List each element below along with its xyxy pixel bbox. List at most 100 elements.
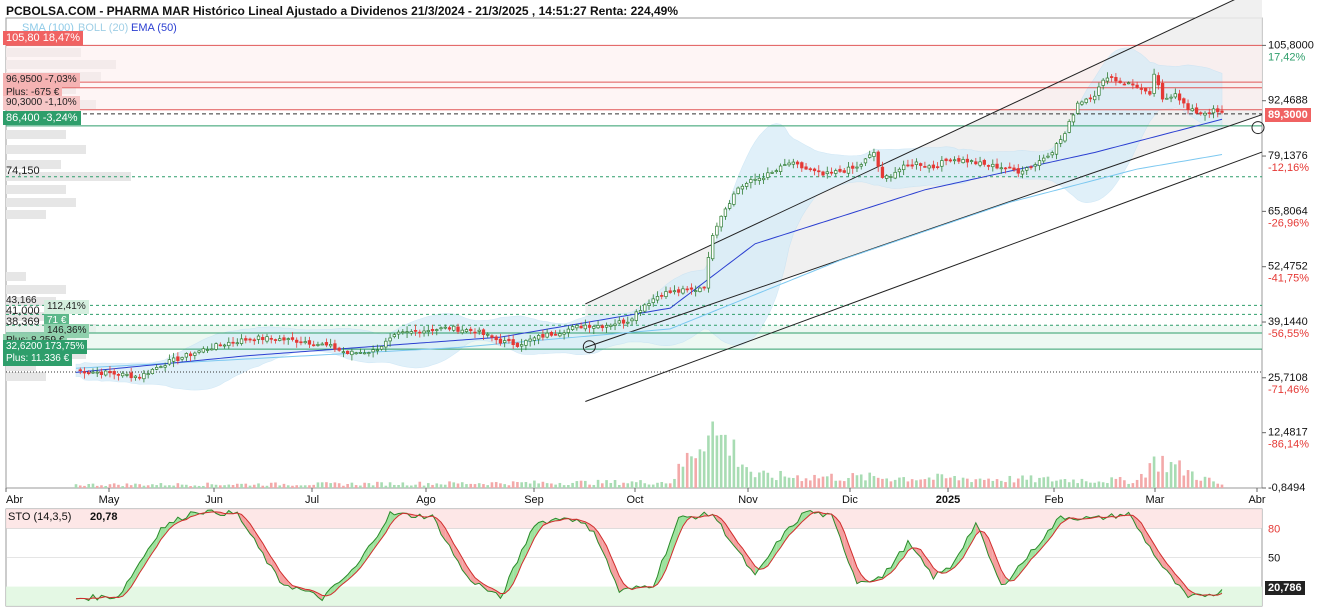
candle-body xyxy=(375,349,380,352)
volume-bar xyxy=(269,482,273,488)
candle-body xyxy=(82,371,87,374)
volume-bar xyxy=(647,484,651,488)
x-tick-label-6: Oct xyxy=(626,494,643,506)
candle-body xyxy=(477,329,481,332)
volume-bar xyxy=(1067,482,1071,488)
candle-body xyxy=(1016,168,1020,174)
volume-bar xyxy=(974,479,978,488)
volume-bar xyxy=(371,485,375,488)
volume-bar xyxy=(329,483,332,488)
volume-bar xyxy=(342,485,345,488)
volume-bar xyxy=(991,480,995,488)
candle-body xyxy=(961,159,965,164)
candle-body xyxy=(838,168,842,172)
volume-bar xyxy=(185,484,188,488)
volume-bar xyxy=(541,481,545,488)
volume-bar xyxy=(770,477,774,488)
volume-bar xyxy=(1021,475,1024,488)
volume-bar xyxy=(295,485,299,488)
candle-body xyxy=(575,325,579,329)
candle-body xyxy=(1097,86,1101,96)
volume-bar xyxy=(129,485,133,488)
y-pct-label-7: -86,14% xyxy=(1268,439,1309,451)
candle-body xyxy=(770,172,774,174)
candle-body xyxy=(711,235,715,260)
candle-body xyxy=(795,161,800,165)
candle-body xyxy=(244,338,248,341)
volume-bar xyxy=(906,481,910,488)
y-pct-label-0: 17,42% xyxy=(1268,51,1306,63)
candle-body xyxy=(621,319,626,324)
candle-body xyxy=(778,165,783,172)
volume-bar xyxy=(1220,484,1224,488)
volume-bar xyxy=(1182,475,1186,488)
volume-profile-bar-22 xyxy=(6,372,46,381)
y-pct-label-5: -56,55% xyxy=(1268,328,1309,340)
candle-body xyxy=(184,353,189,358)
volume-bar xyxy=(1042,477,1046,488)
candle-body xyxy=(405,331,409,333)
volume-bar xyxy=(1207,477,1211,488)
candle-body xyxy=(324,342,329,346)
volume-bar xyxy=(78,485,82,488)
volume-bar xyxy=(87,484,91,488)
candle-body xyxy=(362,352,367,355)
ema-legend: EMA (50) xyxy=(131,22,177,34)
volume-bar xyxy=(957,480,961,488)
volume-bar xyxy=(910,479,914,488)
volume-bar xyxy=(248,485,252,488)
volume-bar xyxy=(520,482,523,488)
volume-bar xyxy=(397,484,400,488)
volume-bar xyxy=(316,482,320,488)
volume-bar xyxy=(800,481,804,488)
volume-profile-bar-14 xyxy=(6,272,26,281)
volume-bar xyxy=(923,479,927,488)
volume-bar xyxy=(660,482,664,488)
candle-body xyxy=(736,187,740,194)
volume-bar xyxy=(677,463,681,488)
volume-bar xyxy=(643,483,647,488)
volume-bar xyxy=(490,482,494,488)
x-tick-label-10: Feb xyxy=(1045,494,1064,506)
candle-body xyxy=(957,158,961,162)
volume-bar xyxy=(320,482,324,488)
candle-body xyxy=(515,342,520,347)
volume-bar xyxy=(1190,471,1194,488)
volume-bar xyxy=(456,483,460,488)
volume-bar xyxy=(1097,481,1101,488)
candle-body xyxy=(460,329,464,334)
candle-body xyxy=(660,295,664,297)
volume-bar xyxy=(1004,482,1007,488)
candle-body xyxy=(532,337,537,341)
volume-bar xyxy=(465,484,468,488)
candle-body xyxy=(435,329,439,331)
candle-body xyxy=(486,333,490,336)
candle-body xyxy=(379,346,384,350)
volume-bar xyxy=(592,484,596,488)
candle-body xyxy=(1122,83,1127,86)
candle-body xyxy=(256,335,261,340)
candle-body xyxy=(104,370,108,376)
price-chart: 105,800017,42%92,46882,62%79,1376-12,16%… xyxy=(5,0,1314,607)
volume-bar xyxy=(987,478,990,488)
volume-bar xyxy=(1033,482,1037,488)
candle-body xyxy=(940,160,944,167)
volume-bar xyxy=(872,476,876,488)
volume-bar xyxy=(940,474,944,488)
stochastic-label: STO (14,3,5) xyxy=(8,511,72,523)
candle-body xyxy=(354,352,358,355)
candle-body xyxy=(570,326,575,330)
candle-body xyxy=(121,372,125,377)
volume-bar xyxy=(707,435,710,488)
x-tick-label-3: Jul xyxy=(305,494,319,506)
candle-body xyxy=(1139,88,1144,90)
candle-body xyxy=(1029,166,1033,169)
volume-bar xyxy=(142,485,146,488)
stoch-level-label-0: 80 xyxy=(1268,523,1280,535)
candle-body xyxy=(312,344,316,347)
candle-body xyxy=(358,352,363,354)
volume-bar xyxy=(197,485,201,488)
volume-bar xyxy=(983,479,986,488)
candle-body xyxy=(95,371,99,374)
volume-bar xyxy=(1106,483,1109,488)
